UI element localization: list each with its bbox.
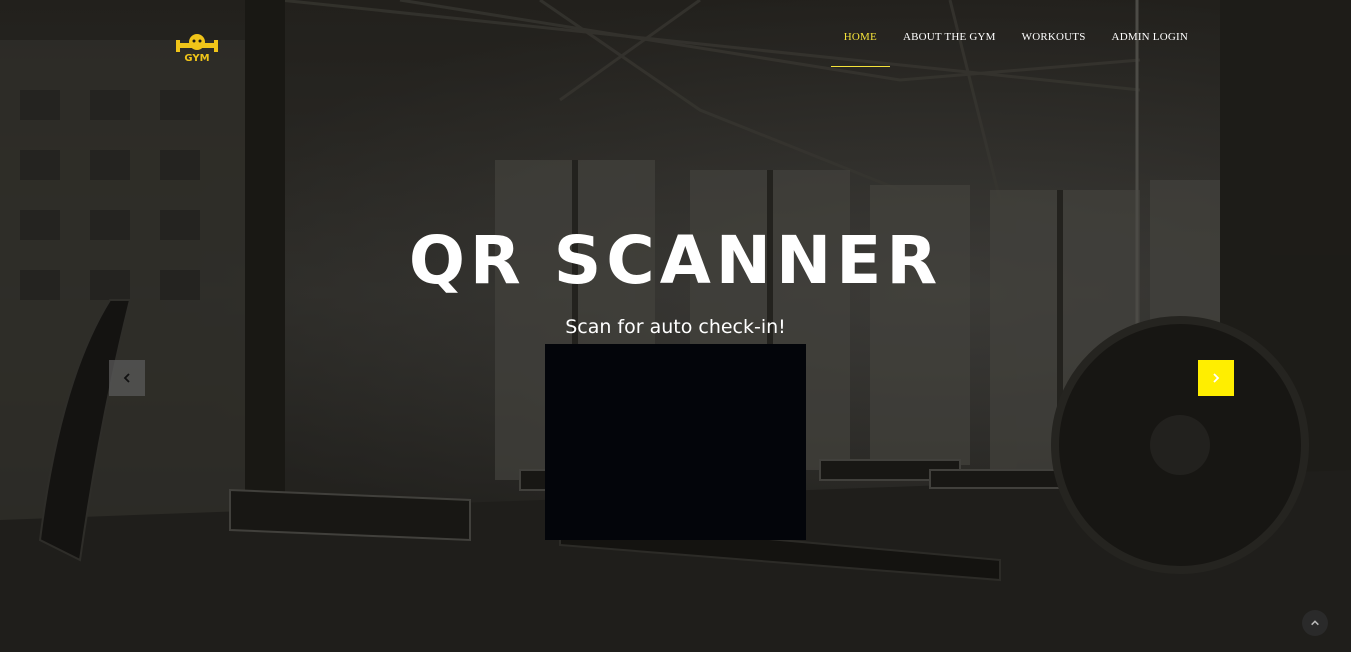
chevron-up-icon — [1311, 620, 1319, 626]
logo-text: GYM — [184, 53, 209, 64]
carousel-next-button[interactable] — [1198, 360, 1234, 396]
scroll-to-top-button[interactable] — [1302, 610, 1328, 636]
qr-scanner-video[interactable] — [545, 344, 806, 540]
main-nav: HOME ABOUT THE GYM WORKOUTS ADMIN LOGIN — [830, 0, 1201, 67]
gym-logo[interactable]: GYM — [174, 30, 220, 64]
carousel-prev-button[interactable] — [109, 360, 145, 396]
chevron-left-icon — [123, 373, 130, 383]
nav-item-workouts[interactable]: WORKOUTS — [1009, 0, 1099, 67]
hero-subtitle: Scan for auto check-in! — [565, 316, 786, 338]
hero-slider: GYM HOME ABOUT THE GYM WORKOUTS ADMIN LO… — [0, 0, 1351, 652]
nav-item-admin-login[interactable]: ADMIN LOGIN — [1099, 0, 1201, 67]
nav-item-home[interactable]: HOME — [830, 0, 891, 67]
chevron-right-icon — [1213, 373, 1220, 383]
hero-title: QR SCANNER — [408, 222, 943, 299]
nav-item-about-the-gym[interactable]: ABOUT THE GYM — [890, 0, 1009, 67]
